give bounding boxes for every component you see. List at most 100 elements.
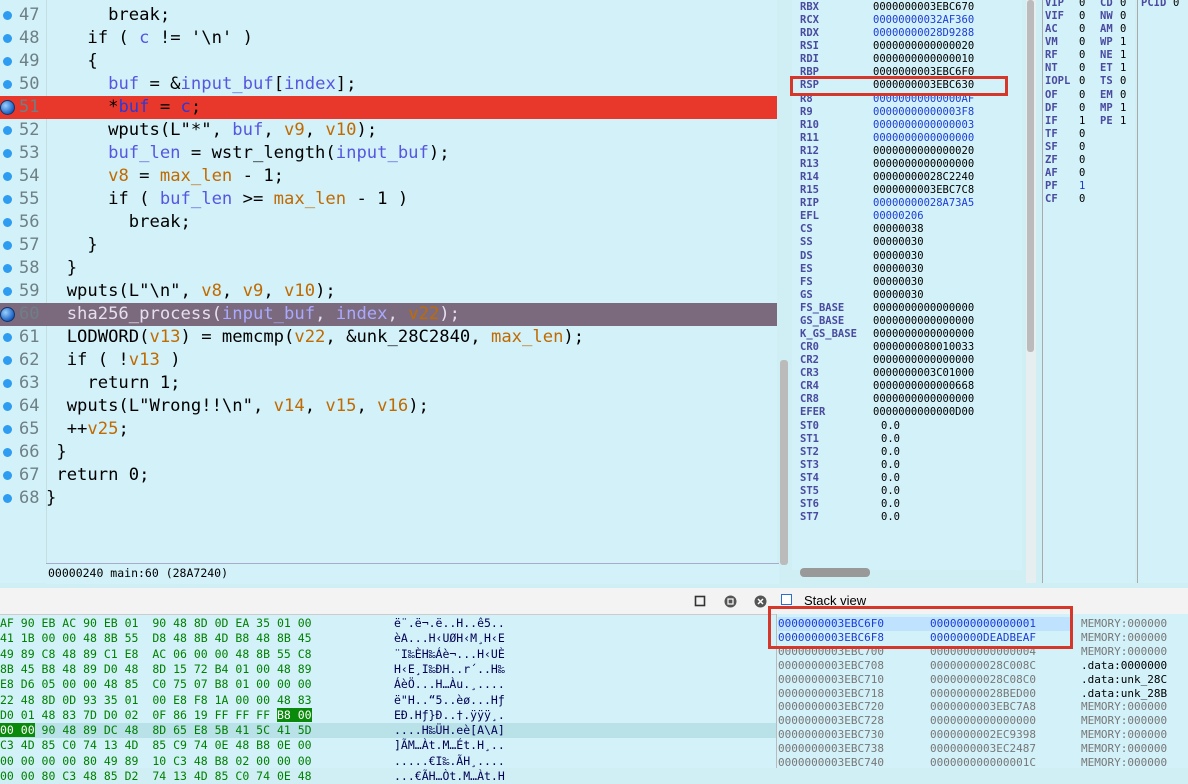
line-marker-icon[interactable] — [3, 356, 12, 365]
register-value[interactable]: 0000000003EBC7C8 — [873, 184, 974, 196]
cr0-flag-value[interactable]: 1 — [1120, 49, 1126, 61]
stack-row[interactable]: 0000000003EBC720 0000000003EBC7A8 MEMORY:0… — [778, 700, 1188, 714]
code-line[interactable]: 53 buf_len = wstr_length(input_buf); — [0, 142, 777, 165]
code-line[interactable]: 63 return 1; — [0, 372, 777, 395]
register-value[interactable]: 0000000000000000 — [873, 328, 974, 340]
code-text[interactable]: if ( c != '\n' ) — [46, 27, 253, 50]
code-text[interactable]: return 1; — [46, 372, 180, 395]
register-value[interactable]: 0000000000000668 — [873, 380, 974, 392]
register-value[interactable]: 0.0 — [881, 433, 900, 445]
stack-value[interactable]: 00000000028C08C0 — [930, 673, 1036, 687]
line-marker-icon[interactable] — [3, 149, 12, 158]
stack-comment[interactable]: MEMORY:000000 — [1081, 645, 1167, 659]
code-text[interactable]: break; — [46, 211, 191, 234]
register-value[interactable]: 0000000000000010 — [873, 53, 974, 65]
stack-comment[interactable]: MEMORY:000000 — [1081, 617, 1167, 631]
code-line[interactable]: 60 sha256_process(input_buf, index, v22)… — [0, 303, 777, 326]
register-value[interactable]: 00000000032AF360 — [873, 14, 974, 26]
hex-row[interactable]: 00 00 00 00 80 49 89 10 C3 48 B8 02 00 0… — [0, 754, 777, 769]
flag-value[interactable]: 0 — [1079, 102, 1085, 114]
hex-row[interactable]: D0 01 48 83 7D D0 02 0F 86 19 FF FF FF B… — [0, 707, 777, 723]
flag-value[interactable]: 0 — [1079, 128, 1085, 140]
code-line[interactable]: 47 break; — [0, 4, 777, 27]
register-value[interactable]: 00000030 — [873, 236, 924, 248]
registers-hscroll-thumb[interactable] — [800, 568, 870, 577]
hex-ascii[interactable]: ....H‰ÜH.eè[A\A] — [394, 723, 505, 738]
hex-ascii[interactable]: ...€ÃH…Òt.M…Àt.H — [394, 769, 505, 784]
register-value[interactable]: 0.0 — [881, 420, 900, 432]
flag-value[interactable]: 0 — [1079, 36, 1085, 48]
registers-scrollbar-thumb[interactable] — [1027, 0, 1034, 352]
stack-value[interactable]: 0000000003EC2487 — [930, 742, 1036, 756]
register-value[interactable]: 00000030 — [873, 276, 924, 288]
stack-row[interactable]: 0000000003EBC708 00000000028C008C .data:00… — [778, 659, 1188, 673]
register-value[interactable]: 0000000000000000 — [873, 302, 974, 314]
flag-value[interactable]: 0 — [1079, 75, 1085, 87]
register-value[interactable]: 00000030 — [873, 263, 924, 275]
code-line[interactable]: 64 wputs(L"Wrong!!\n", v14, v15, v16); — [0, 395, 777, 418]
flag-value[interactable]: 1 — [1079, 180, 1085, 192]
register-value[interactable]: 00000000028D9288 — [873, 27, 974, 39]
code-line[interactable]: 62 if ( !v13 ) — [0, 349, 777, 372]
code-text[interactable]: { — [46, 50, 97, 73]
flag-value[interactable]: 0 — [1079, 62, 1085, 74]
register-value[interactable]: 00000030 — [873, 250, 924, 262]
hex-row[interactable]: 00 00 80 C3 48 85 D2 74 13 4D 85 C0 74 0… — [0, 769, 777, 784]
code-text[interactable]: buf_len = wstr_length(input_buf); — [46, 142, 450, 165]
restore-icon[interactable] — [723, 595, 737, 609]
register-value[interactable]: 0.0 — [881, 485, 900, 497]
code-line[interactable]: 51 *buf = c; — [0, 96, 777, 119]
line-marker-icon[interactable] — [3, 126, 12, 135]
stack-comment[interactable]: MEMORY:000000 — [1081, 742, 1167, 756]
line-marker-icon[interactable] — [3, 402, 12, 411]
stack-row[interactable]: 0000000003EBC738 0000000003EC2487 MEMORY:0… — [778, 742, 1188, 756]
stack-comment[interactable]: .data:unk_28C — [1081, 673, 1167, 687]
breakpoint-icon[interactable] — [0, 307, 15, 322]
code-text[interactable]: return 0; — [46, 464, 149, 487]
line-marker-icon[interactable] — [3, 80, 12, 89]
line-marker-icon[interactable] — [3, 11, 12, 20]
hex-row[interactable]: AF 90 EB AC 90 EB 01 90 48 8D 0D EA 35 0… — [0, 616, 777, 631]
code-line[interactable]: 52 wputs(L"*", buf, v9, v10); — [0, 119, 777, 142]
stack-comment[interactable]: .data:0000000 — [1081, 659, 1167, 673]
flag-value[interactable]: 0 — [1079, 89, 1085, 101]
hex-bytes[interactable]: 41 1B 00 00 48 8B 55 D8 48 8B 4D B8 48 8… — [0, 631, 312, 646]
code-text[interactable]: } — [46, 234, 97, 257]
register-value[interactable]: 00000206 — [873, 210, 924, 222]
line-marker-icon[interactable] — [3, 425, 12, 434]
hex-ascii[interactable]: ]ÃM…Àt.M…Ét.H¸.. — [394, 738, 505, 753]
hex-bytes[interactable]: C3 4D 85 C0 74 13 4D 85 C9 74 0E 48 B8 0… — [0, 738, 312, 753]
line-marker-icon[interactable] — [3, 471, 12, 480]
cr4-flag-value[interactable]: 0 — [1173, 0, 1179, 9]
flag-value[interactable]: 0 — [1079, 0, 1085, 9]
stack-comment[interactable]: MEMORY:000000 — [1081, 700, 1167, 714]
hex-ascii[interactable]: èA...H‹UØH‹M¸H‹E — [394, 631, 505, 646]
code-line[interactable]: 68} — [0, 487, 777, 510]
cr0-flag-value[interactable]: 1 — [1120, 36, 1126, 48]
hex-row[interactable]: 8B 45 B8 48 89 D0 48 8D 15 72 B4 01 00 4… — [0, 662, 777, 677]
code-text[interactable]: if ( !v13 ) — [46, 349, 181, 372]
register-value[interactable]: 0.0 — [881, 511, 900, 523]
register-value[interactable]: 0000000000000000 — [873, 132, 974, 144]
stack-value[interactable]: 0000000002EC9398 — [930, 728, 1036, 742]
line-marker-icon[interactable] — [3, 34, 12, 43]
hex-row[interactable]: 41 1B 00 00 48 8B 55 D8 48 8B 4D B8 48 8… — [0, 631, 777, 646]
cr0-flag-value[interactable]: 0 — [1120, 89, 1126, 101]
stack-row[interactable]: 0000000003EBC710 00000000028C08C0 .data:un… — [778, 673, 1188, 687]
hex-ascii[interactable]: ë¨.ë¬.ë..H..ê5.. — [394, 616, 505, 631]
code-text[interactable]: LODWORD(v13) = memcmp(v22, &unk_28C2840,… — [46, 326, 584, 349]
stack-row[interactable]: 0000000003EBC718 00000000028BED00 .data:un… — [778, 687, 1188, 701]
hex-row[interactable]: 22 48 8D 0D 93 35 01 00 E8 F8 1A 00 00 4… — [0, 693, 777, 708]
hex-bytes[interactable]: AF 90 EB AC 90 EB 01 90 48 8D 0D EA 35 0… — [0, 616, 312, 631]
cr0-flag-value[interactable]: 1 — [1120, 62, 1126, 74]
code-text[interactable]: v8 = max_len - 1; — [46, 165, 284, 188]
cr0-flag-value[interactable]: 1 — [1120, 102, 1126, 114]
cr0-flag-value[interactable]: 0 — [1120, 75, 1126, 87]
code-text[interactable]: break; — [46, 4, 170, 27]
code-line[interactable]: 55 if ( buf_len >= max_len - 1 ) — [0, 188, 777, 211]
register-value[interactable]: 0000000000000000 — [873, 158, 974, 170]
code-line[interactable]: 50 buf = &input_buf[index]; — [0, 73, 777, 96]
register-value[interactable]: 0000000000000003 — [873, 119, 974, 131]
register-value[interactable]: 0.0 — [881, 498, 900, 510]
register-value[interactable]: 0000000000000000 — [873, 315, 974, 327]
